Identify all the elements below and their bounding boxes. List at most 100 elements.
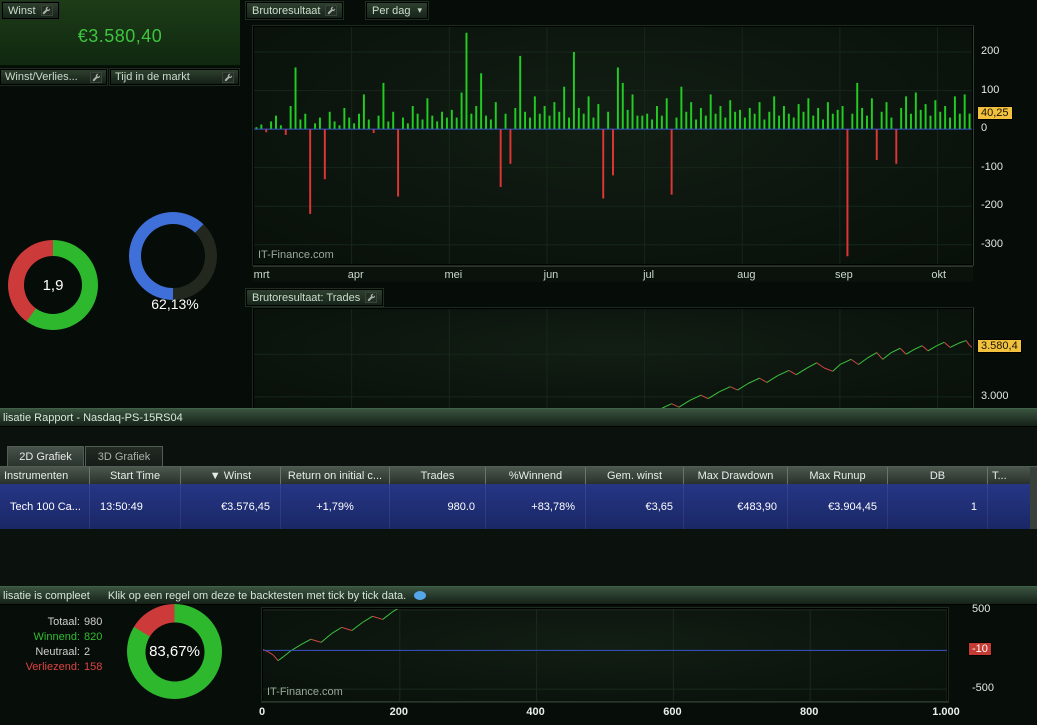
winst-verlies-title: Winst/Verlies... [5,71,78,83]
panel-winst: Winst €3.580,40 [0,0,240,66]
x-axis-label: 1.000 [932,706,960,718]
wrench-icon[interactable] [325,5,337,16]
y-axis-label: -500 [972,682,994,694]
brutoresultaat-title: Brutoresultaat [252,5,320,17]
wrench-icon[interactable] [365,292,377,303]
cell-gem-winst: €3,65 [586,484,684,529]
column-header-winst[interactable]: ▼ Winst [181,467,281,484]
wrench-icon[interactable] [90,72,102,83]
column-header-max-drawdown[interactable]: Max Drawdown [684,467,788,484]
trades-chart-panel-header[interactable]: Brutoresultaat: Trades [246,289,383,306]
y-axis-label: -200 [981,199,1003,211]
watermark: IT-Finance.com [267,686,343,698]
trades-chart-y-axis: 3.0003.580,4 [973,308,1037,409]
x-axis-label: 200 [390,706,408,718]
x-axis-label: sep [835,269,853,281]
brutoresultaat-panel-header[interactable]: Brutoresultaat [246,2,343,19]
chevron-down-icon: ▾ [418,5,423,16]
backtest-chart-y-axis: 500-500-10 [965,608,1035,702]
column-header-instrument[interactable]: Instrumenten [0,467,90,484]
stat-winnend: Winnend:820 [8,630,112,645]
tab-3d-grafiek[interactable]: 3D Grafiek [85,446,163,466]
cell-trades: 980.0 [390,484,486,529]
x-axis-label: mei [444,269,462,281]
winst-verlies-donut: 1,9 [8,240,98,330]
column-header-winnend[interactable]: %Winnend [486,467,586,484]
last-value-badge: -10 [968,642,992,656]
winrate-pct: 83,67% [127,604,222,699]
trade-stats: Totaal:980Winnend:820Neutraal:2Verliezen… [8,615,112,675]
tab-2d-grafiek[interactable]: 2D Grafiek [7,446,84,466]
winst-title: Winst [8,5,36,17]
period-dropdown-label: Per dag [372,5,411,17]
cell-winst: €3.576,45 [181,484,281,529]
column-header-max-runup[interactable]: Max Runup [788,467,888,484]
cell-db: 1 [888,484,988,529]
status-bar: lisatie is compleet Klik op een regel om… [0,587,1037,605]
line-chart-canvas [254,309,972,408]
line-chart-canvas [263,609,947,701]
table-scrollbar[interactable] [1030,467,1037,529]
backtest-chart-x-axis: 02004006008001.000 [262,701,948,721]
x-axis-label: jul [643,269,654,281]
backtest-window: lisatie is compleet Klik op een regel om… [0,586,1037,725]
winst-verlies-ratio: 1,9 [8,240,98,330]
x-axis-label: okt [931,269,946,281]
y-axis-label: 500 [972,603,990,615]
x-axis-label: 600 [663,706,681,718]
x-axis-label: 400 [526,706,544,718]
stat-totaal: Totaal:980 [8,615,112,630]
donut-hole [141,224,205,288]
trading-platform: Winst €3.580,40 Winst/Verlies... Tijd in… [0,0,1037,725]
stat-verliezend: Verliezend:158 [8,660,112,675]
x-axis-label: 0 [259,706,265,718]
optimization-report-window: lisatie Rapport - Nasdaq-PS-15RS04 2D Gr… [0,408,1037,586]
y-axis-label: -300 [981,238,1003,250]
cell-return-initial: +1,79% [281,484,390,529]
report-window-title[interactable]: lisatie Rapport - Nasdaq-PS-15RS04 [0,409,1037,427]
y-axis-label: -100 [981,161,1003,173]
column-header-trades[interactable]: Trades [390,467,486,484]
cell-winnend: +83,78% [486,484,586,529]
daily-chart-x-axis: mrtaprmeijunjulaugsepokt [253,266,973,282]
trades-chart-title: Brutoresultaat: Trades [252,292,360,304]
wrench-icon[interactable] [222,72,234,83]
x-axis-label: apr [348,269,364,281]
x-axis-label: mrt [254,269,270,281]
report-tabs: 2D Grafiek 3D Grafiek [0,446,1037,467]
watermark: IT-Finance.com [258,249,334,261]
cell-max-drawdown: €483,90 [684,484,788,529]
winst-verlies-panel-header[interactable]: Winst/Verlies... [0,69,107,85]
column-header-return-initial[interactable]: Return on initial c... [281,467,390,484]
winrate-donut: 83,67% [127,604,222,699]
tijd-in-markt-pct: 62,13% [129,296,221,312]
last-value-badge: 40,25 [977,106,1013,120]
daily-chart-y-axis: 200 100 0 -100 -200 -300 40,25 [973,26,1037,265]
speech-bubble-icon [414,591,426,600]
y-axis-label: 0 [981,122,987,134]
period-dropdown[interactable]: Per dag ▾ [366,2,428,19]
stat-neutraal: Neutraal:2 [8,645,112,660]
y-axis-label: 200 [981,45,999,57]
bar-chart-canvas [254,27,972,264]
column-header-start-time[interactable]: Start Time [90,467,181,484]
cell-start-time: 13:50:49 [90,484,181,529]
column-header-gem-winst[interactable]: Gem. winst [586,467,684,484]
status-hint: Klik op een regel om deze te backtesten … [108,590,406,602]
results-table-row-selected[interactable]: Tech 100 Ca...13:50:49€3.576,45+1,79%980… [0,484,1037,529]
cell-max-runup: €3.904,45 [788,484,888,529]
backtest-equity-chart[interactable]: IT-Finance.com [262,608,948,702]
y-axis-label: 100 [981,84,999,96]
column-header-db[interactable]: DB [888,467,988,484]
y-axis-label: 3.000 [981,390,1009,402]
winst-panel-header[interactable]: Winst [2,2,59,19]
daily-result-bar-chart[interactable]: IT-Finance.com [253,26,973,265]
tijd-panel-header[interactable]: Tijd in de markt [110,69,239,85]
tijd-title: Tijd in de markt [115,71,190,83]
wrench-icon[interactable] [41,5,53,16]
x-axis-label: 800 [800,706,818,718]
trades-equity-chart[interactable] [253,308,973,409]
x-axis-label: aug [737,269,755,281]
results-table-header: InstrumentenStart Time▼ WinstReturn on i… [0,467,1037,484]
cell-instrument: Tech 100 Ca... [0,484,90,529]
